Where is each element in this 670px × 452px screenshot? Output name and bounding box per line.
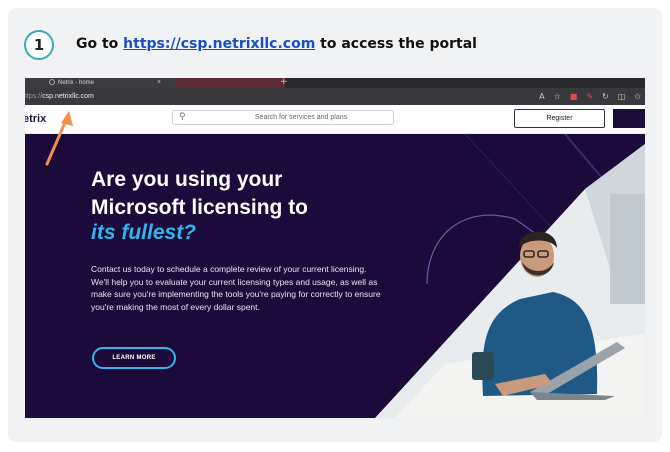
- address-bar[interactable]: ttps://csp.netrixllc.com A ☆ ■ ✎ ↻ ◫ ✩: [25, 88, 645, 105]
- new-tab-button[interactable]: +: [280, 78, 288, 87]
- search-icon: ⚲: [179, 112, 186, 122]
- hero-banner: Are you using your Microsoft licensing t…: [25, 134, 645, 418]
- globe-icon: [49, 79, 55, 86]
- browser-toolbar-icons: A ☆ ■ ✎ ↻ ◫ ✩: [539, 90, 641, 103]
- sign-in-button[interactable]: [613, 109, 645, 128]
- step-instruction: Go to https://csp.netrixllc.com to acces…: [76, 36, 477, 52]
- instruction-prefix: Go to: [76, 36, 124, 52]
- extension-icon[interactable]: ■: [570, 92, 578, 101]
- register-button[interactable]: Register: [514, 109, 605, 128]
- search-placeholder: Search for services and plans: [254, 114, 348, 121]
- url-scheme: ttps://: [25, 93, 43, 100]
- site-header: etrix ⚲ Search for services and plans Re…: [25, 105, 645, 134]
- favorite-star-icon[interactable]: ☆: [554, 92, 561, 101]
- arrow-icon: [45, 111, 73, 166]
- browser-tab-inactive[interactable]: [175, 78, 285, 88]
- split-screen-icon[interactable]: ◫: [618, 92, 626, 101]
- hero-headline-line1: Are you using your: [91, 168, 283, 191]
- step-number-badge: 1: [24, 30, 54, 60]
- learn-more-button[interactable]: LEARN MORE: [92, 347, 176, 369]
- search-input[interactable]: ⚲ Search for services and plans: [172, 110, 394, 125]
- hero-headline-line2: Microsoft licensing to: [91, 196, 309, 219]
- tab-title: Netrix - home: [58, 80, 95, 86]
- portal-link[interactable]: https://csp.netrixllc.com: [123, 36, 315, 52]
- browser-tab[interactable]: Netrix - home ×: [25, 78, 175, 88]
- tab-close-icon[interactable]: ×: [157, 78, 161, 88]
- instruction-suffix: to access the portal: [315, 36, 477, 52]
- coffee-mug: [472, 352, 494, 380]
- read-aloud-icon[interactable]: A: [539, 92, 544, 101]
- hero-headline-line3: its fullest?: [91, 221, 197, 244]
- url-text[interactable]: ttps://csp.netrixllc.com: [25, 88, 94, 105]
- favorites-icon[interactable]: ✩: [634, 92, 641, 101]
- hero-body-text: Contact us today to schedule a complete …: [91, 264, 381, 312]
- refresh-icon[interactable]: ↻: [602, 92, 609, 101]
- url-host: csp.netrixllc.com: [42, 93, 94, 100]
- extension-pin-icon[interactable]: ✎: [586, 92, 593, 101]
- screenshot: Netrix - home × + ttps://csp.netrixllc.c…: [25, 78, 645, 418]
- browser-tab-bar: Netrix - home × +: [25, 78, 645, 88]
